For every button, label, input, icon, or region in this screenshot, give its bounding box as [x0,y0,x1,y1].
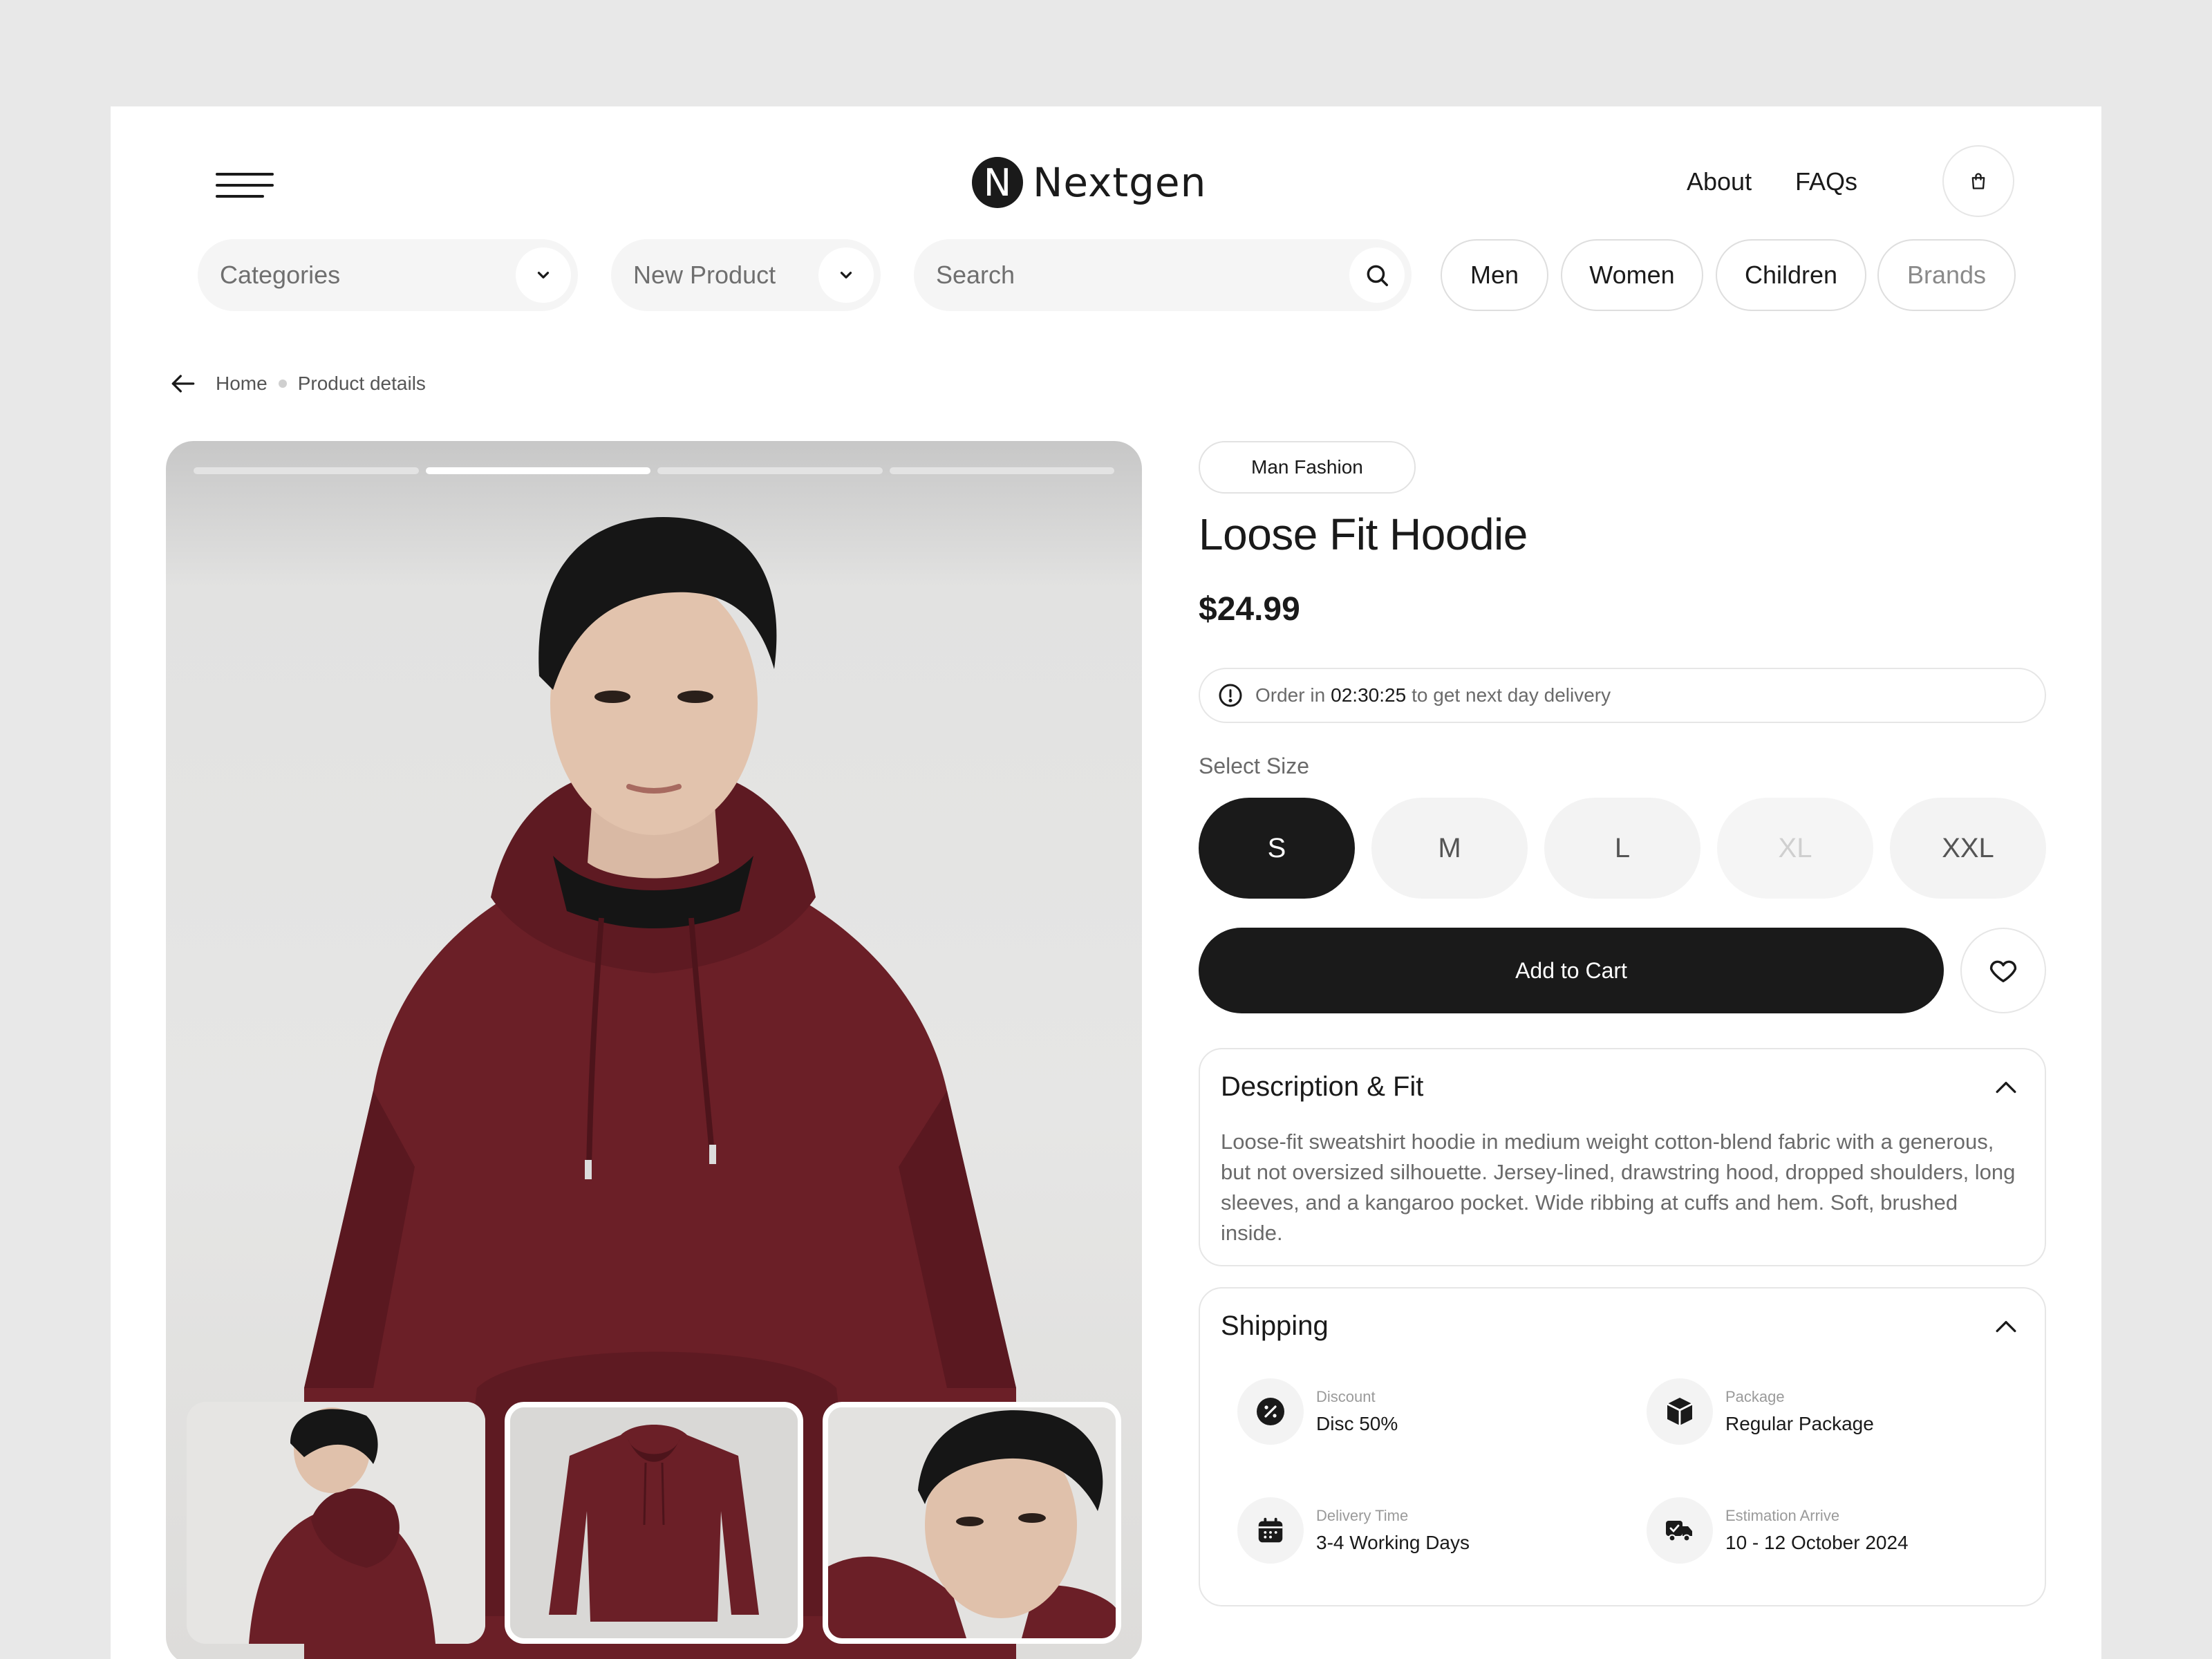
notice-countdown: 02:30:25 [1331,684,1407,706]
add-to-cart-button[interactable]: Add to Cart [1199,928,1944,1013]
shipping-item-estimation-arrive: Estimation Arrive 10 - 12 October 2024 [1647,1497,1909,1564]
notice-prefix: Order in [1255,684,1326,706]
nav-about-link[interactable]: About [1687,167,1752,196]
new-product-dropdown[interactable]: New Product [611,239,881,311]
chevron-up-icon[interactable] [1987,1308,2025,1347]
filter-women-button[interactable]: Women [1561,239,1703,311]
notice-suffix: to get next day delivery [1412,684,1611,706]
shopping-bag-button[interactable] [1942,145,2014,217]
gallery-progress-segment[interactable] [194,467,419,474]
truck-icon [1647,1497,1713,1564]
shipping-item-label: Discount [1316,1388,1376,1405]
hamburger-menu-icon[interactable] [216,169,274,203]
size-m-button[interactable]: M [1371,798,1528,899]
description-title: Description & Fit [1221,1071,1424,1102]
logo-mark: N [972,157,1023,208]
size-xl-button[interactable]: XL [1717,798,1873,899]
info-icon [1219,684,1242,707]
breadcrumb-separator [278,379,287,388]
gallery-progress [194,467,1114,474]
product-category-tag[interactable]: Man Fashion [1199,441,1416,494]
categories-dropdown[interactable]: Categories [198,239,578,311]
product-price: $24.99 [1199,591,1300,628]
gallery-progress-segment[interactable] [657,467,883,474]
calendar-icon [1237,1497,1304,1564]
delivery-notice: Order in 02:30:25 to get next day delive… [1199,668,2046,723]
breadcrumb-current: Product details [297,373,426,394]
filter-children-button[interactable]: Children [1716,239,1866,311]
gallery-thumbnail-3[interactable] [823,1402,1121,1644]
shipping-item-value: 10 - 12 October 2024 [1725,1532,1909,1553]
discount-icon [1237,1378,1304,1445]
search-input[interactable]: Search [914,239,1412,311]
gallery-thumbnail-2[interactable] [505,1402,803,1644]
size-xxl-button[interactable]: XXL [1890,798,2046,899]
chevron-down-icon [818,247,874,303]
page-frame: N Nextgen About FAQs Categories New Prod… [111,106,2101,1659]
breadcrumb: Home Product details [166,366,426,401]
thumbnail-flat-hoodie-photo [510,1407,798,1638]
chevron-down-icon [516,247,571,303]
shipping-item-value: 3-4 Working Days [1316,1532,1470,1553]
shopping-bag-icon [1971,173,1985,189]
size-l-button[interactable]: L [1544,798,1700,899]
shipping-item-label: Estimation Arrive [1725,1507,1840,1524]
gallery-progress-segment-active[interactable] [425,467,650,474]
search-icon[interactable] [1349,247,1405,303]
breadcrumb-home-link[interactable]: Home [216,373,268,395]
shipping-item-discount: Discount Disc 50% [1237,1378,1398,1445]
filter-brands-button[interactable]: Brands [1877,239,2016,311]
chevron-up-icon[interactable] [1987,1069,2025,1107]
nav-faqs-link[interactable]: FAQs [1795,167,1857,196]
wishlist-button[interactable] [1960,928,2046,1013]
select-size-label: Select Size [1199,753,1310,778]
product-gallery[interactable] [166,441,1142,1659]
size-s-button[interactable]: S [1199,798,1355,899]
logo-text: Nextgen [1033,159,1207,206]
shipping-title: Shipping [1221,1311,1329,1341]
categories-label: Categories [220,261,341,289]
shipping-item-package: Package Regular Package [1647,1378,1874,1445]
shipping-item-label: Package [1725,1388,1785,1405]
description-card: Description & Fit Loose-fit sweatshirt h… [1199,1048,2046,1266]
shipping-item-label: Delivery Time [1316,1507,1409,1524]
back-arrow-icon[interactable] [166,366,200,401]
shipping-item-value: Regular Package [1725,1413,1874,1434]
filter-men-button[interactable]: Men [1441,239,1548,311]
brand-logo[interactable]: N Nextgen [972,155,1206,210]
package-icon [1647,1378,1713,1445]
gallery-thumbnail-1[interactable] [187,1402,485,1644]
heart-icon [1989,960,2017,983]
thumbnail-closeup-photo [828,1407,1116,1638]
shipping-item-delivery-time: Delivery Time 3-4 Working Days [1237,1497,1470,1564]
search-placeholder: Search [936,261,1015,289]
shipping-item-value: Disc 50% [1316,1413,1398,1434]
product-title: Loose Fit Hoodie [1199,509,1528,559]
shipping-card: Shipping Discount Disc 50% Package Regul… [1199,1287,2046,1606]
gallery-progress-segment[interactable] [889,467,1114,474]
new-product-label: New Product [633,261,776,289]
description-text: Loose-fit sweatshirt hoodie in medium we… [1221,1130,2016,1245]
thumbnail-back-view-photo [187,1402,485,1644]
